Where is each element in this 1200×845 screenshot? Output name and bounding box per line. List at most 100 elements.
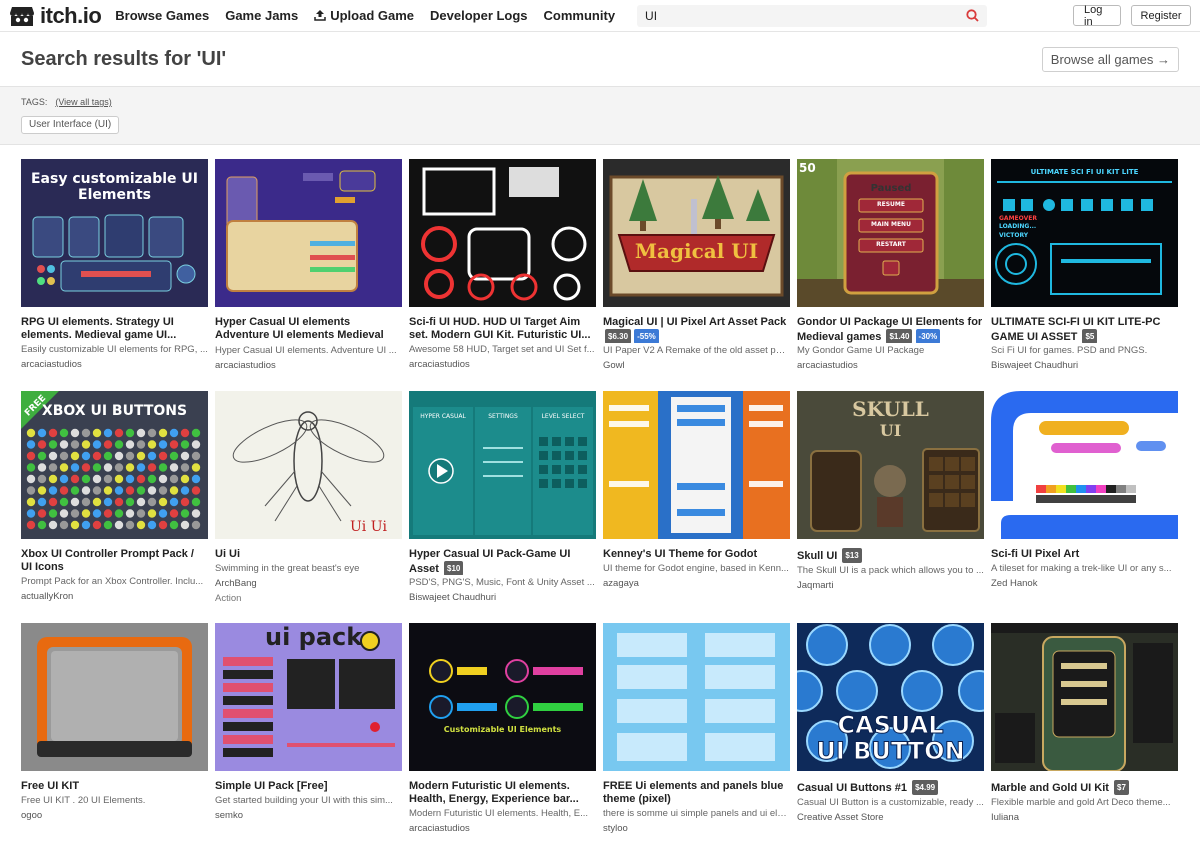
- game-thumbnail[interactable]: [603, 623, 790, 771]
- game-genre[interactable]: Action: [215, 593, 402, 605]
- game-thumbnail[interactable]: Customizable UI Elements: [409, 623, 596, 771]
- game-author[interactable]: azagaya: [603, 578, 790, 590]
- game-title[interactable]: Modern Futuristic UI elements. Health, E…: [409, 780, 596, 806]
- game-title[interactable]: Xbox UI Controller Prompt Pack / UI Icon…: [21, 548, 208, 574]
- game-author[interactable]: arcaciastudios: [409, 359, 596, 371]
- game-thumbnail[interactable]: CASUAL UI BUTTON: [797, 623, 984, 771]
- game-title[interactable]: Free UI KIT: [21, 780, 208, 793]
- game-author[interactable]: Biswajeet Chaudhuri: [991, 360, 1178, 372]
- price-badge: $10: [444, 561, 464, 575]
- game-thumbnail[interactable]: 50 Paused RESUME MAIN MENU RESTART: [797, 159, 984, 307]
- game-title[interactable]: Sci-fi UI Pixel Art: [991, 548, 1178, 561]
- search-input[interactable]: [645, 8, 967, 23]
- game-title[interactable]: Casual UI Buttons #1 $4.99: [797, 780, 984, 795]
- game-title[interactable]: Ui Ui: [215, 548, 402, 561]
- nav-developer-logs[interactable]: Developer Logs: [430, 8, 528, 23]
- itch-logo-icon: [10, 6, 34, 26]
- browse-all-button[interactable]: Browse all games →: [1041, 46, 1179, 72]
- game-author[interactable]: Jaqmarti: [797, 580, 984, 592]
- game-desc: My Gondor Game UI Package: [797, 345, 925, 356]
- game-cell: Easy customizable UI Elements RPG UI ele…: [21, 159, 208, 391]
- game-cell: XBOX UI BUTTONS FREE Xbox UI Controller …: [21, 391, 208, 623]
- nav-community[interactable]: Community: [544, 8, 616, 23]
- game-author[interactable]: Zed Hanok: [991, 578, 1178, 590]
- auth-buttons: Log in Register: [1073, 4, 1191, 28]
- game-author[interactable]: arcaciastudios: [797, 360, 984, 372]
- upload-icon: [314, 10, 326, 21]
- game-desc: there is somme ui simple panels and ui e…: [603, 808, 790, 819]
- game-title[interactable]: Magical UI | UI Pixel Art Asset Pack $6.3…: [603, 316, 790, 343]
- game-title[interactable]: Hyper Casual UI Pack-Game UI Asset $10: [409, 548, 596, 575]
- game-author[interactable]: semko: [215, 810, 402, 822]
- game-thumbnail[interactable]: SKULL UI: [797, 391, 984, 539]
- game-thumbnail[interactable]: Ui Ui: [215, 391, 402, 539]
- thumb-caption: CASUAL: [837, 711, 944, 740]
- game-title[interactable]: Skull UI $13: [797, 548, 984, 563]
- game-title[interactable]: ULTIMATE SCI-FI UI KIT LITE-PC GAME UI A…: [991, 316, 1178, 343]
- game-thumbnail[interactable]: ui pack: [215, 623, 402, 771]
- game-author[interactable]: styloo: [603, 823, 790, 835]
- game-author[interactable]: Creative Asset Store: [797, 812, 984, 824]
- game-title[interactable]: Simple UI Pack [Free]: [215, 780, 402, 793]
- game-desc: PSD'S, PNG'S, Music, Font & Unity Asset …: [409, 577, 595, 588]
- game-title[interactable]: FREE Ui elements and panels blue theme (…: [603, 780, 790, 806]
- game-title[interactable]: Marble and Gold UI Kit $7: [991, 780, 1178, 795]
- game-title[interactable]: Kenney's UI Theme for Godot: [603, 548, 790, 561]
- login-button[interactable]: Log in: [1073, 4, 1121, 28]
- thumb-caption: UI BUTTON: [816, 737, 965, 766]
- game-title[interactable]: RPG UI elements. Strategy UI elements. M…: [21, 316, 208, 342]
- game-desc: Flexible marble and gold Art Deco theme.…: [991, 797, 1171, 808]
- game-thumbnail[interactable]: [409, 159, 596, 307]
- search-icon[interactable]: [966, 9, 979, 22]
- tag-pill-ui[interactable]: User Interface (UI): [21, 116, 120, 134]
- game-cell: Marble and Gold UI Kit $7 Flexible marbl…: [991, 623, 1178, 845]
- game-thumbnail[interactable]: [603, 391, 790, 539]
- thumb-caption: Ui Ui: [350, 519, 388, 535]
- game-title[interactable]: Hyper Casual UI elements Adventure UI el…: [215, 316, 402, 343]
- game-desc: Hyper Casual UI elements. Adventure UI .…: [215, 345, 397, 356]
- game-thumbnail[interactable]: Magical UI: [603, 159, 790, 307]
- view-all-tags-link[interactable]: (View all tags): [55, 97, 111, 107]
- game-desc: Get started building your UI with this s…: [215, 795, 393, 806]
- register-button[interactable]: Register: [1131, 5, 1191, 26]
- game-cell: FREE Ui elements and panels blue theme (…: [603, 623, 790, 845]
- game-desc: UI Paper V2 A Remake of the old asset pa…: [603, 345, 790, 356]
- game-title-text: Skull UI: [797, 550, 838, 562]
- game-author[interactable]: Iuliana: [991, 812, 1178, 824]
- game-thumbnail[interactable]: [215, 159, 402, 307]
- game-title-text: Marble and Gold UI Kit: [991, 782, 1109, 794]
- nav-upload-game[interactable]: Upload Game: [314, 8, 414, 23]
- game-title[interactable]: Sci-fi UI HUD. HUD UI Target Aim set. Mo…: [409, 316, 596, 342]
- game-author[interactable]: ArchBang: [215, 578, 402, 590]
- game-thumbnail[interactable]: XBOX UI BUTTONS FREE: [21, 391, 208, 539]
- logo-text: itch.io: [40, 2, 102, 28]
- page-title: Search results for 'UI': [21, 47, 227, 70]
- game-author[interactable]: arcaciastudios: [215, 360, 402, 372]
- game-thumbnail[interactable]: HYPER CASUAL SETTINGS LEVEL SELECT: [409, 391, 596, 539]
- thumb-caption: UI: [879, 421, 902, 440]
- thumb-caption: LEVEL SELECT: [541, 413, 585, 420]
- thumb-caption: Customizable UI Elements: [443, 725, 562, 734]
- game-author[interactable]: Gowl: [603, 360, 790, 372]
- game-desc: A tileset for making a trek-like UI or a…: [991, 563, 1172, 574]
- game-author[interactable]: arcaciastudios: [21, 359, 208, 371]
- price-badge: $4.99: [912, 780, 939, 795]
- game-author[interactable]: actuallyKron: [21, 591, 208, 603]
- price-badge: $1.40: [886, 329, 913, 343]
- game-title[interactable]: Gondor UI Package UI Elements for Mediev…: [797, 316, 984, 343]
- game-thumbnail[interactable]: Easy customizable UI Elements: [21, 159, 208, 307]
- game-thumbnail[interactable]: [991, 623, 1178, 771]
- game-author[interactable]: ogoo: [21, 810, 208, 822]
- game-thumbnail[interactable]: [21, 623, 208, 771]
- game-author[interactable]: Biswajeet Chaudhuri: [409, 592, 596, 604]
- game-desc: Modern Futuristic UI elements. Health, E…: [409, 808, 588, 819]
- game-cell: Hyper Casual UI elements Adventure UI el…: [215, 159, 402, 391]
- site-logo[interactable]: itch.io: [9, 2, 102, 29]
- nav-game-jams[interactable]: Game Jams: [225, 8, 298, 23]
- nav-browse-games[interactable]: Browse Games: [115, 8, 209, 23]
- search-box: [637, 4, 988, 27]
- game-thumbnail[interactable]: [991, 391, 1178, 539]
- game-cell: Kenney's UI Theme for Godot UI theme for…: [603, 391, 790, 623]
- game-author[interactable]: arcaciastudios: [409, 823, 596, 835]
- game-thumbnail[interactable]: ULTIMATE SCI FI UI KIT LITE GAMEOVER LOA…: [991, 159, 1178, 307]
